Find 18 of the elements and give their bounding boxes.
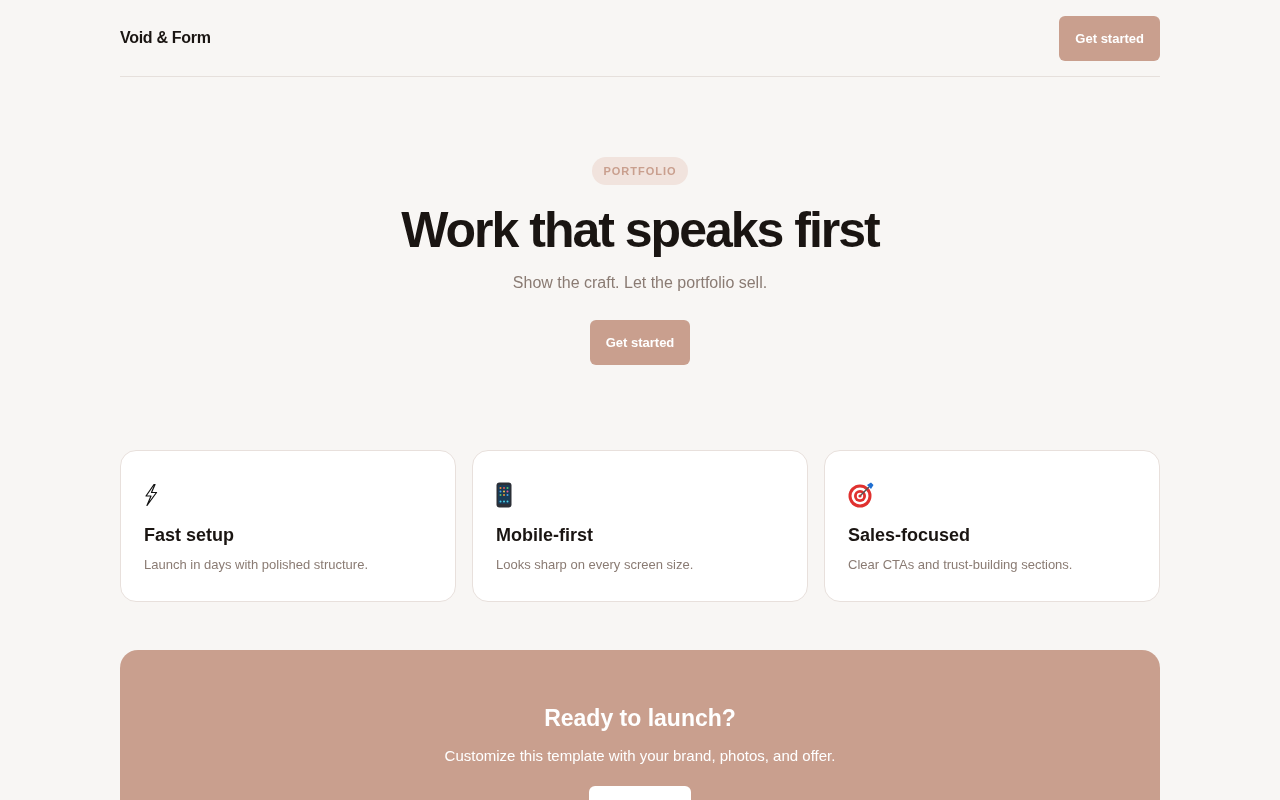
portfolio-badge: PORTFOLIO: [592, 157, 688, 185]
lightning-icon: [144, 484, 158, 506]
hero-subtitle: Show the craft. Let the portfolio sell.: [512, 273, 768, 293]
cta-description: Customize this template with your brand, photos, and offer.: [444, 746, 836, 766]
get-started-button[interactable]: Get started: [1059, 15, 1160, 61]
feature-title: Fast setup: [144, 524, 236, 547]
logo-text: Void & Form: [120, 29, 211, 47]
cta-button[interactable]: [589, 786, 691, 800]
cta-title: Ready to launch?: [544, 704, 736, 733]
feature-description: Clear CTAs and trust-building sections.: [848, 556, 1074, 574]
feature-description: Launch in days with polished structure.: [144, 556, 369, 574]
feature-title: Mobile-first: [496, 524, 594, 547]
get-started-button[interactable]: Get started: [589, 320, 691, 365]
hero-title: Work that speaks first: [401, 201, 879, 260]
feature-description: Looks sharp on every screen size.: [496, 556, 695, 574]
feature-title: Sales-focused: [848, 524, 972, 547]
target-icon: [848, 482, 874, 508]
phone-icon: [496, 482, 512, 508]
